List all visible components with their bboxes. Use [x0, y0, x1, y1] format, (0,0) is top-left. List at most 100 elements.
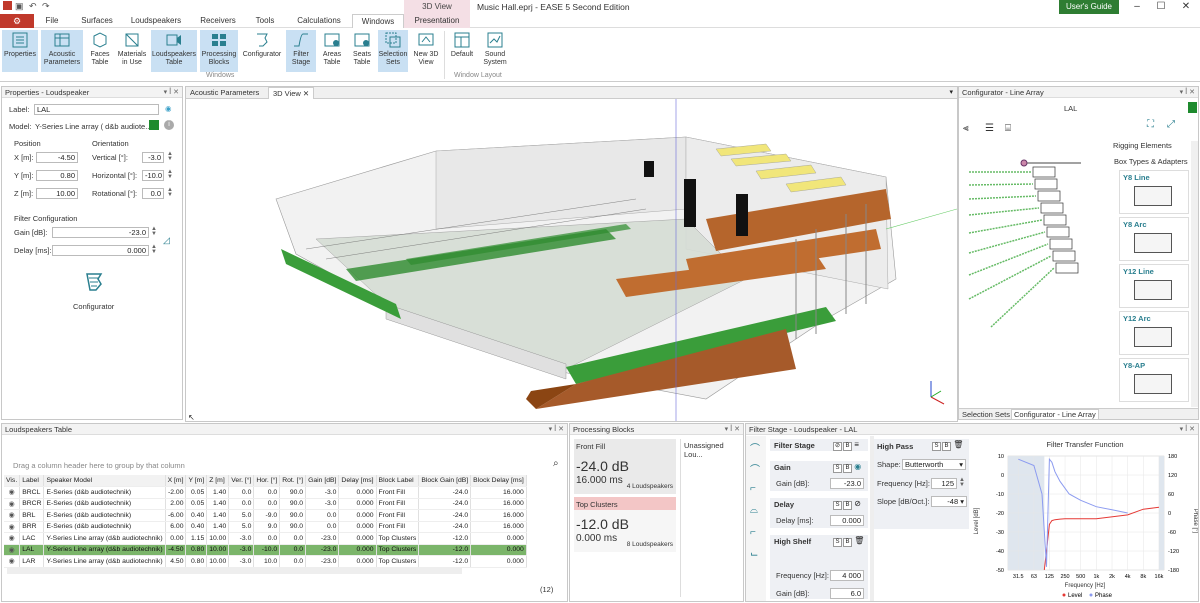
visibility-eye-icon[interactable]: ◉ — [4, 544, 21, 556]
rotational-spinner[interactable]: ▲ ▼ — [167, 187, 173, 198]
tab-dropdown-icon[interactable]: ▾ — [949, 88, 953, 96]
pin-icon[interactable]: ▾ ꟾ ✕ — [1180, 424, 1195, 435]
table-row[interactable]: ◉ BRCL E-Series (d&b audiotechnik) -2.00 0.0… — [4, 486, 527, 499]
undo-icon[interactable]: ↶ — [29, 1, 37, 12]
hs-gain-input[interactable]: 6.0 — [830, 588, 864, 599]
menu-presentation[interactable]: Presentation — [404, 14, 470, 28]
block-front-fill[interactable]: Front Fill -24.0 dB 16.000 ms 4 Loudspea… — [574, 439, 676, 494]
maximize-icon[interactable]: ☐ — [1149, 0, 1173, 14]
ribbon-areas-table-button[interactable]: Areas Table — [318, 30, 346, 72]
ribbon-selection-sets-button[interactable]: Selection Sets — [378, 30, 408, 72]
ribbon-faces-table-button[interactable]: Faces Table — [86, 30, 114, 72]
visibility-eye-icon[interactable]: ◉ — [4, 486, 21, 499]
pin-icon[interactable]: ▾ ꟾ ✕ — [1180, 87, 1195, 98]
save-icon[interactable]: ▣ — [15, 1, 24, 12]
redo-icon[interactable]: ↷ — [42, 1, 50, 12]
ribbon-default-layout-button[interactable]: Default — [448, 30, 476, 72]
menu-loudspeakers[interactable]: Loudspeakers — [128, 14, 184, 28]
shape-select[interactable]: Butterworth ▾ — [902, 459, 966, 470]
column-header[interactable]: Block Delay [ms] — [470, 475, 527, 487]
box-type-item[interactable]: Y12 Arc — [1119, 311, 1189, 355]
horizontal-input[interactable]: -10.0 — [142, 170, 164, 181]
box-type-item[interactable]: Y8 Line — [1119, 170, 1189, 214]
ribbon-properties-button[interactable]: Properties — [2, 30, 38, 72]
delay-section-buttons[interactable]: SB ⊘ — [832, 499, 861, 510]
zoom-icon[interactable]: ⤢ — [1167, 119, 1175, 130]
filter-bell-icon[interactable]: ⌓ — [750, 505, 758, 516]
high-pass-buttons[interactable]: SB 🗑 — [931, 440, 963, 451]
visibility-eye-icon[interactable]: ◉ — [4, 509, 21, 522]
filter-stage-buttons[interactable]: ⊘ B ≡ — [832, 440, 859, 451]
block-top-clusters[interactable]: Top Clusters -12.0 dB 0.000 ms 8 Loudspe… — [574, 497, 676, 552]
x-input[interactable]: -4.50 — [36, 152, 78, 163]
hp-frequency-input[interactable]: 125 — [931, 478, 957, 489]
configurator-icon[interactable] — [84, 272, 104, 294]
fs-delay-input[interactable]: 0.000 — [830, 515, 864, 526]
filter-shelf-icon[interactable]: ⌐ — [750, 483, 756, 494]
box-type-item[interactable]: Y8 Arc — [1119, 217, 1189, 261]
column-header[interactable]: Y [m] — [185, 475, 208, 487]
table-row[interactable]: ◉ LAR Y-Series Line array (d&b audiotechni… — [4, 555, 527, 568]
cursor-tool-icon[interactable]: ↖ — [188, 413, 195, 422]
gain-section-buttons[interactable]: SB ◉ — [832, 462, 861, 473]
visibility-eye-icon[interactable]: ◉ — [4, 498, 21, 510]
visibility-eye-icon[interactable]: ◉ — [4, 555, 21, 568]
tab-3d-view[interactable]: 3D View ✕ — [268, 87, 315, 99]
table-row[interactable]: ◉ LAL Y-Series Line array (d&b audiotechni… — [4, 544, 527, 556]
horizontal-scrollbar[interactable] — [7, 567, 462, 574]
unassigned-list[interactable]: Unassigned Lou... — [680, 439, 742, 597]
hs-frequency-input[interactable]: 4 000 — [830, 570, 864, 581]
horizontal-spinner[interactable]: ▲ ▼ — [167, 169, 173, 180]
array-color-swatch[interactable] — [1188, 102, 1197, 113]
gain-spinner[interactable]: ▲ ▼ — [151, 226, 157, 237]
box-type-item[interactable]: Y8-AP — [1119, 358, 1189, 402]
model-color-swatch[interactable] — [149, 120, 159, 130]
table-row[interactable]: ◉ BRL E-Series (d&b audiotechnik) -6.00 0.40… — [4, 509, 527, 522]
table-row[interactable]: ◉ BRR E-Series (d&b audiotechnik) 6.00 0.40 1… — [4, 521, 527, 533]
hp-frequency-spinner[interactable]: ▲ ▼ — [959, 477, 965, 488]
filter-lowpass-icon[interactable]: ⌒ — [750, 461, 760, 476]
ribbon-acoustic-parameters-button[interactable]: Acoustic Parameters — [41, 30, 83, 72]
filter-notch-icon[interactable]: ⌙ — [750, 549, 758, 560]
ribbon-materials-button[interactable]: Materials in Use — [116, 30, 148, 72]
ribbon-sound-system-button[interactable]: Sound System — [480, 30, 510, 72]
user-guide-button[interactable]: User's Guide — [1059, 0, 1119, 14]
rotational-input[interactable]: 0.0 — [142, 188, 164, 199]
menu-receivers[interactable]: Receivers — [196, 14, 240, 28]
column-header[interactable]: Speaker Model — [43, 475, 166, 487]
pin-icon[interactable]: ▾ ꟾ ✕ — [549, 424, 564, 435]
ribbon-configurator-button[interactable]: Configurator — [241, 30, 283, 72]
delay-spinner[interactable]: ▲ ▼ — [151, 244, 157, 255]
fit-view-icon[interactable]: ⛶ — [1147, 119, 1154, 130]
gain-input[interactable]: -23.0 — [52, 227, 149, 238]
box-list-scrollbar[interactable] — [1191, 141, 1198, 407]
label-input[interactable]: LAL — [34, 104, 159, 115]
vertical-spinner[interactable]: ▲ ▼ — [167, 151, 173, 162]
tab-close-icon[interactable]: ✕ — [303, 89, 309, 98]
high-shelf-buttons[interactable]: SB 🗑 — [832, 536, 864, 547]
tab-acoustic-parameters[interactable]: Acoustic Parameters — [186, 87, 263, 99]
ribbon-loudspeakers-table-button[interactable]: Loudspeakers Table — [151, 30, 197, 72]
minimize-icon[interactable]: – — [1125, 0, 1149, 14]
menu-windows[interactable]: Windows — [352, 14, 404, 28]
column-header[interactable]: Hor. [°] — [253, 475, 281, 487]
delay-input[interactable]: 0.000 — [52, 245, 149, 256]
info-icon[interactable]: i — [164, 120, 174, 130]
menu-calculations[interactable]: Calculations — [292, 14, 346, 28]
hall-3d-model[interactable] — [186, 99, 957, 421]
table-row[interactable]: ◉ LAC Y-Series Line array (d&b audiotechni… — [4, 532, 527, 545]
column-header[interactable]: Delay [ms] — [338, 475, 377, 487]
menu-surfaces[interactable]: Surfaces — [76, 14, 118, 28]
ribbon-processing-blocks-button[interactable]: Processing Blocks — [200, 30, 238, 72]
filter-transfer-chart[interactable]: Filter Transfer Function 31.5 63 125 250 500… — [972, 436, 1198, 601]
table-row[interactable]: ◉ BRCR E-Series (d&b audiotechnik) 2.00 0.05… — [4, 498, 527, 510]
visibility-eye-icon[interactable]: ◉ — [165, 104, 172, 113]
rigging-tool-icon[interactable]: ⫷ — [963, 123, 969, 134]
visibility-eye-icon[interactable]: ◉ — [4, 521, 21, 533]
vertical-input[interactable]: -3.0 — [142, 152, 164, 163]
menu-tools[interactable]: Tools — [250, 14, 280, 28]
filter-allpass-icon[interactable]: ⌐ — [750, 527, 756, 538]
tab-selection-sets[interactable]: Selection Sets — [962, 410, 1010, 419]
ribbon-seats-table-button[interactable]: Seats Table — [348, 30, 376, 72]
y-input[interactable]: 0.80 — [36, 170, 78, 181]
